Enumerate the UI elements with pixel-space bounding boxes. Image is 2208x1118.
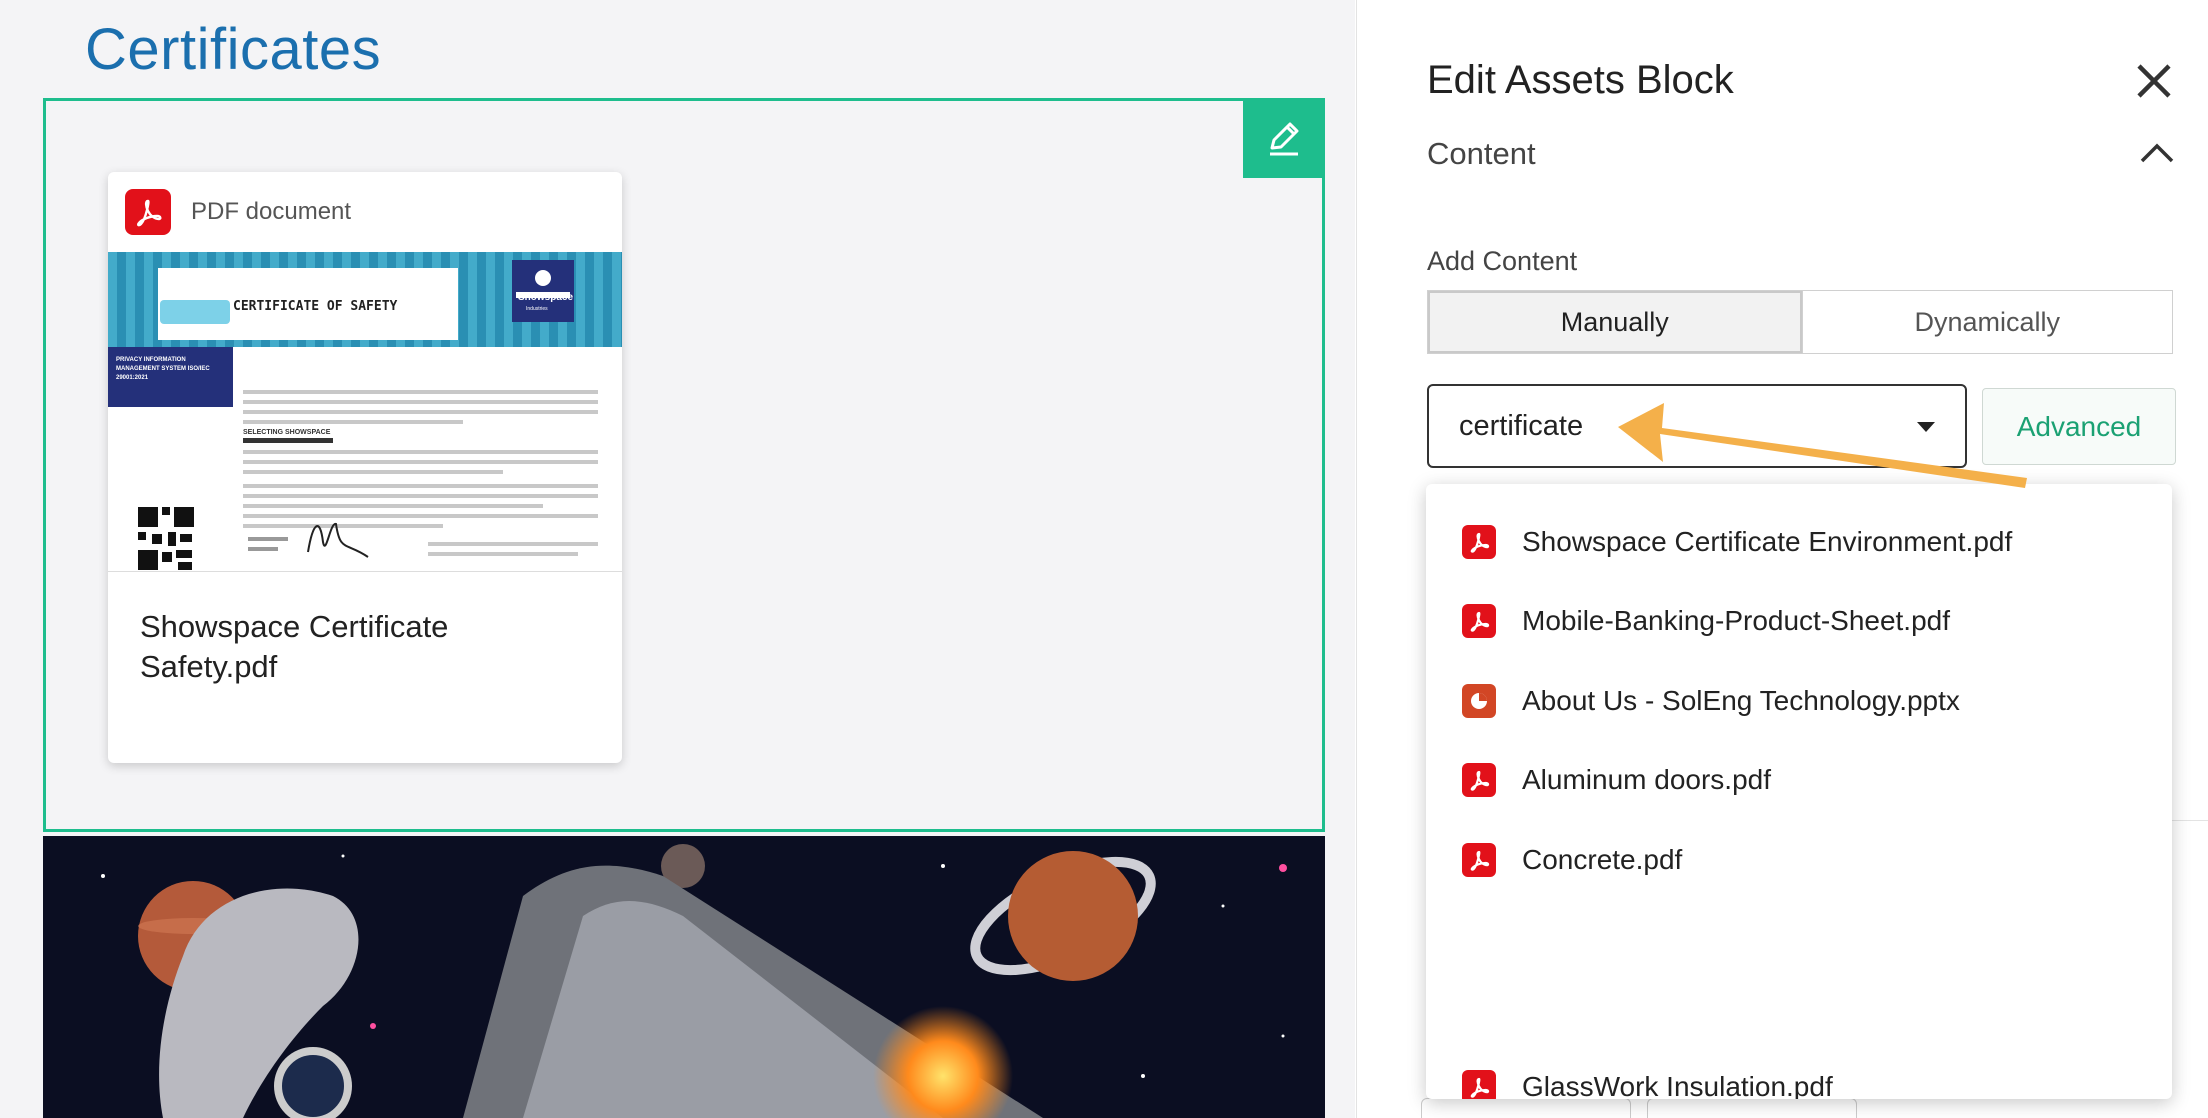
page-canvas: Certificates PDF document CERTIFICATE OF… [0, 0, 1355, 1118]
dropdown-item-label: Showspace Certificate Environment.pdf [1522, 526, 2013, 557]
thumbnail-side-label: PRIVACY INFORMATION MANAGEMENT SYSTEM IS… [116, 357, 210, 381]
dropdown-item-label: Mobile-Banking-Product-Sheet.pdf [1522, 605, 1951, 636]
dropdown-item-label: GlassWork Insulation.pdf [1522, 1071, 1833, 1099]
edit-block-button[interactable] [1243, 98, 1325, 178]
dropdown-item[interactable]: Aluminum doors.pdf [1426, 740, 2172, 820]
pdf-icon [1462, 525, 1496, 559]
search-results-dropdown: Showspace Certificate Environment.pdf Mo… [1426, 484, 2172, 1099]
dropdown-item[interactable]: GlassWork Insulation.pdf [1426, 1047, 2172, 1099]
pdf-icon [1462, 843, 1496, 877]
card-title[interactable]: Showspace Certificate Safety.pdf [108, 572, 622, 687]
chevron-up-icon[interactable] [2137, 136, 2177, 166]
dropdown-item[interactable]: Mobile-Banking-Product-Sheet.pdf [1426, 581, 2172, 661]
panel-title: Edit Assets Block [1427, 58, 1734, 102]
advanced-button[interactable]: Advanced [1982, 388, 2176, 465]
pdf-icon [125, 189, 171, 235]
card-header: PDF document [108, 172, 622, 252]
content-section-header[interactable]: Content [1427, 136, 1536, 172]
pdf-icon [1462, 763, 1496, 797]
asset-search-input[interactable]: certificate [1427, 384, 1967, 468]
pdf-icon [1462, 1070, 1496, 1099]
dropdown-item-label: About Us - SolEng Technology.pptx [1522, 685, 1960, 716]
assets-block[interactable]: PDF document CERTIFICATE OF SAFETY Shows… [43, 98, 1325, 832]
card-type-label: PDF document [191, 198, 352, 225]
add-content-mode-toggle: Manually Dynamically [1427, 290, 2173, 354]
pdf-icon [1462, 604, 1496, 638]
dropdown-item[interactable]: Concrete.pdf [1426, 820, 2172, 900]
bottom-action-button[interactable] [1647, 1098, 1857, 1118]
dropdown-item[interactable]: Showspace Certificate Environment.pdf [1426, 502, 2172, 582]
dropdown-item[interactable]: About Us - SolEng Technology.pptx [1426, 661, 2172, 741]
caret-down-icon[interactable] [1917, 422, 1935, 432]
pptx-icon [1462, 684, 1496, 718]
add-content-label: Add Content [1427, 246, 1578, 276]
search-value: certificate [1459, 409, 1584, 442]
asset-card[interactable]: PDF document CERTIFICATE OF SAFETY Shows… [108, 172, 622, 763]
bottom-action-button[interactable] [1421, 1098, 1631, 1118]
dropdown-item-label: Aluminum doors.pdf [1522, 764, 1772, 795]
thumbnail-section: SELECTING SHOWSPACE [243, 429, 331, 436]
tab-dynamically[interactable]: Dynamically [1801, 291, 2172, 353]
thumbnail-brand-sub: Industries [526, 306, 548, 312]
thumbnail-brand: Showspace [518, 292, 574, 303]
dropdown-item-label: Concrete.pdf [1522, 844, 1683, 875]
close-icon[interactable] [2133, 60, 2175, 102]
thumbnail-heading: CERTIFICATE OF SAFETY [233, 299, 398, 314]
pencil-icon [1270, 122, 1299, 156]
page-title: Certificates [85, 17, 382, 82]
tab-manually[interactable]: Manually [1428, 291, 1802, 353]
space-banner-image [43, 836, 1325, 1118]
document-thumbnail: CERTIFICATE OF SAFETY Showspace Industri… [108, 252, 622, 572]
